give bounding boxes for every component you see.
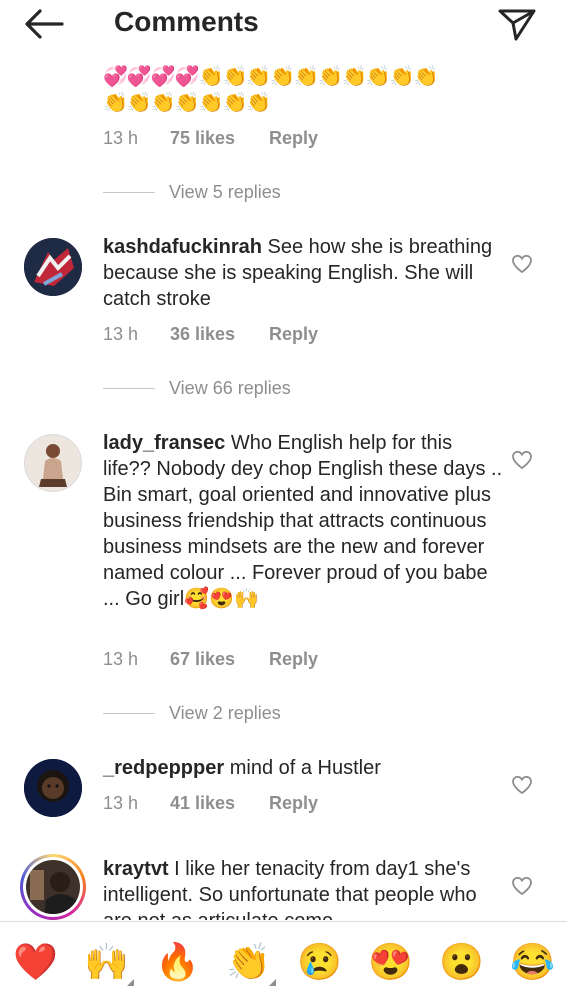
replies-divider <box>103 713 155 714</box>
comment-likes[interactable]: 67 likes <box>170 647 235 671</box>
heart-emoji-button[interactable]: ❤️ <box>13 940 58 984</box>
fire-emoji-button[interactable]: 🔥 <box>155 940 200 984</box>
like-comment-button[interactable] <box>511 876 533 896</box>
share-button[interactable] <box>496 6 538 42</box>
like-comment-button[interactable] <box>511 450 533 470</box>
back-button[interactable] <box>22 6 66 42</box>
comment-time: 13 h <box>103 128 139 148</box>
comment-likes[interactable]: 75 likes <box>170 126 235 150</box>
crying-emoji-button[interactable]: 😢 <box>297 940 342 984</box>
reply-button[interactable]: Reply <box>269 126 318 150</box>
avatar-image <box>26 860 80 914</box>
comment-text: _redpeppper mind of a Hustler <box>103 755 503 781</box>
view-replies-label: View 5 replies <box>169 182 281 202</box>
comment-likes[interactable]: 41 likes <box>170 791 235 815</box>
view-replies-label: View 2 replies <box>169 703 281 723</box>
comment-text: kashdafuckinrah See how she is breathing… <box>103 234 503 312</box>
comment-username[interactable]: _redpeppper <box>103 757 224 779</box>
emoji-reaction-bar: ❤️ 🙌 🔥 👏 😢 😍 😮 😂 <box>0 921 567 1001</box>
comment-username[interactable]: lady_fransec <box>103 432 225 454</box>
comment-username[interactable]: kashdafuckinrah <box>103 236 262 258</box>
comments-list[interactable]: 💞💞💞💞👏👏👏👏👏👏👏👏👏👏 👏👏👏👏👏👏👏 13 h 75 likes Rep… <box>0 50 567 920</box>
skin-tone-indicator <box>269 979 276 986</box>
reply-button[interactable]: Reply <box>269 322 318 346</box>
reply-button[interactable]: Reply <box>269 791 318 815</box>
like-comment-button[interactable] <box>511 775 533 795</box>
comment-body: mind of a Hustler <box>229 757 381 779</box>
heart-outline-icon <box>512 775 532 795</box>
avatar[interactable] <box>24 434 82 492</box>
avatar-image <box>24 759 82 817</box>
avatar-image <box>24 238 82 296</box>
comment-emoji-line: 💞💞💞💞👏👏👏👏👏👏👏👏👏👏 <box>103 66 439 88</box>
arrow-left-icon <box>25 9 64 39</box>
raising-hands-emoji-button[interactable]: 🙌 <box>84 940 134 986</box>
comment-username[interactable]: kraytvt <box>103 858 169 880</box>
replies-divider <box>103 192 155 193</box>
heart-eyes-emoji-button[interactable]: 😍 <box>368 940 413 984</box>
like-comment-button[interactable] <box>511 254 533 274</box>
skin-tone-indicator <box>127 979 134 986</box>
page-title: Comments <box>114 6 259 37</box>
raising-hands-emoji-icon: 🙌 <box>84 941 129 982</box>
clapping-emoji-icon: 👏 <box>226 941 271 982</box>
comment-likes[interactable]: 36 likes <box>170 322 235 346</box>
heart-outline-icon <box>512 450 532 470</box>
comment-time: 13 h <box>103 793 139 813</box>
avatar-image <box>25 435 81 491</box>
avatar[interactable] <box>24 759 82 817</box>
surprised-emoji-button[interactable]: 😮 <box>439 940 484 984</box>
view-replies-label: View 66 replies <box>169 378 291 398</box>
story-ring-avatar[interactable] <box>20 854 86 920</box>
paper-plane-icon <box>498 9 536 41</box>
reply-button[interactable]: Reply <box>269 647 318 671</box>
replies-divider <box>103 388 155 389</box>
avatar[interactable] <box>24 238 82 296</box>
comment-time: 13 h <box>103 324 139 344</box>
header: Comments <box>0 0 567 50</box>
comment-text: kraytvt I like her tenacity from day1 sh… <box>103 856 503 920</box>
comment-emoji-line: 👏👏👏👏👏👏👏 <box>103 92 271 114</box>
comment-body: Who English help for this life?? Nobody … <box>103 432 503 610</box>
clapping-emoji-button[interactable]: 👏 <box>226 940 276 986</box>
heart-outline-icon <box>512 254 532 274</box>
laughing-emoji-button[interactable]: 😂 <box>510 940 555 984</box>
comment-text: lady_fransec Who English help for this l… <box>103 430 503 612</box>
heart-outline-icon <box>512 876 532 896</box>
comment-time: 13 h <box>103 649 139 669</box>
